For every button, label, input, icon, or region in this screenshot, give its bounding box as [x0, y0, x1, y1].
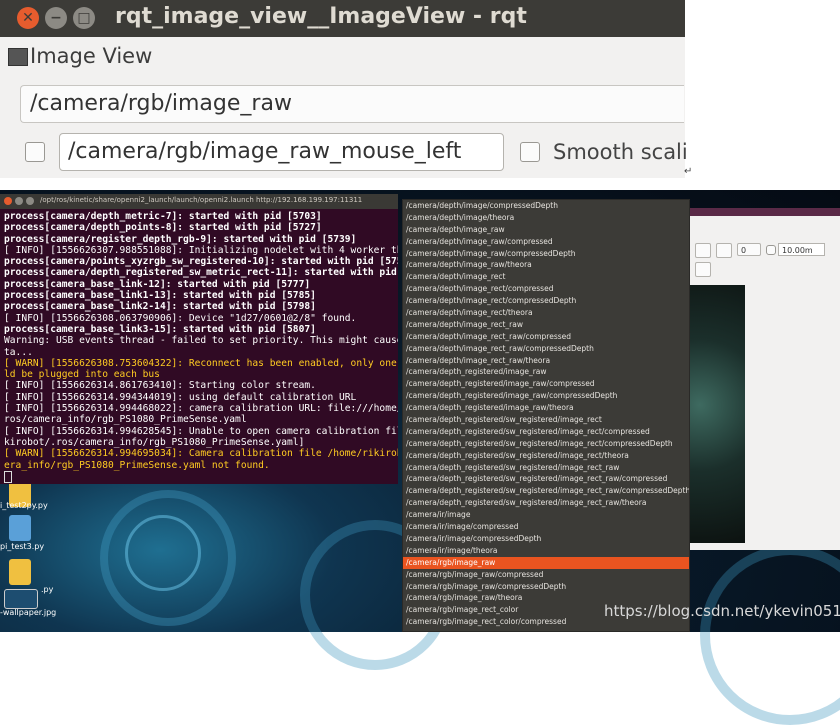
terminal-line: process[camera/depth_registered_sw_metri… — [4, 267, 397, 279]
smooth-scaling-label: Smooth scali — [553, 140, 688, 164]
close-window-button[interactable]: ✕ — [17, 7, 39, 29]
topic-option[interactable]: /camera/depth_registered/sw_registered/i… — [403, 426, 689, 438]
toolbar-button[interactable] — [716, 243, 732, 258]
topic-option[interactable]: /camera/depth/image_raw/theora — [403, 259, 689, 271]
return-arrow-icon: ↵ — [684, 166, 693, 177]
rqt-window: ✕ − □ rqt_image_view__ImageView - rqt Im… — [0, 0, 692, 178]
topic-option[interactable]: /camera/rgb/image_raw/compressedDepth — [403, 581, 689, 593]
topic-option[interactable]: /camera/depth_registered/sw_registered/i… — [403, 462, 689, 474]
topic-combobox[interactable]: /camera/rgb/image_raw — [20, 85, 684, 123]
topic-option[interactable]: /camera/ir/image/theora — [403, 545, 689, 557]
topic-option[interactable]: /camera/depth/image/theora — [403, 212, 689, 224]
rotate-button[interactable] — [695, 262, 711, 277]
terminal-line: [ INFO] [1556626307.988551088]: Initiali… — [4, 244, 398, 256]
topic-option[interactable]: /camera/depth_registered/sw_registered/i… — [403, 485, 689, 497]
topic-combobox-value: /camera/rgb/image_raw — [30, 91, 292, 116]
terminal-line: ld be plugged into each bus — [4, 369, 160, 381]
python-file-icon[interactable] — [9, 515, 31, 541]
mouse-topic-value: /camera/rgb/image_raw_mouse_left — [68, 139, 462, 164]
terminal-line: ros/camera_info/rgb_PS1080_PrimeSense.ya… — [4, 414, 247, 426]
topic-option[interactable]: /camera/depth/image_rect_raw — [403, 319, 689, 331]
topic-option[interactable]: /camera/ir/image/compressedDepth — [403, 533, 689, 545]
terminal-line: [ WARN] [1556626308.753604322]: Reconnec… — [4, 357, 397, 369]
topic-option[interactable]: /camera/depth_registered/image_raw — [403, 366, 689, 378]
terminal-line: Warning: USB events thread - failed to s… — [4, 335, 398, 347]
topic-option[interactable]: /camera/depth/image_rect — [403, 271, 689, 283]
topic-option[interactable]: /camera/rgb/image_raw/compressed — [403, 569, 689, 581]
wallpaper-ring-inner — [125, 515, 201, 591]
topic-option[interactable]: /camera/ir/image/compressed — [403, 521, 689, 533]
terminal-title: /opt/ros/kinetic/share/openni2_launch/la… — [40, 196, 363, 204]
desktop-icon-label: -wallpaper.jpg — [0, 608, 57, 617]
image-file-icon[interactable] — [4, 589, 38, 609]
plugin-title: Image View — [30, 44, 153, 68]
topic-option[interactable]: /camera/depth/image_raw/compressed — [403, 236, 689, 248]
terminal-line: [ INFO] [1556626314.994344019]: using de… — [4, 391, 357, 403]
desktop-icon-label: i_test2py.py — [0, 501, 48, 510]
terminal-output: process[camera/depth_metric-7]: started … — [4, 211, 398, 483]
window-titlebar: ✕ − □ rqt_image_view__ImageView - rqt — [0, 0, 685, 37]
terminal-line: process[camera/depth_metric-7]: started … — [4, 211, 322, 222]
terminal-line: process[camera_base_link2-14]: started w… — [4, 301, 316, 313]
topic-option[interactable]: /camera/depth_registered/sw_registered/i… — [403, 450, 689, 462]
maximize-window-button[interactable]: □ — [73, 7, 95, 29]
mouse-topic-input[interactable]: /camera/rgb/image_raw_mouse_left — [59, 133, 504, 171]
terminal-line: ta... — [4, 346, 33, 358]
terminal-line: [ INFO] [1556626308.063790906]: Device "… — [4, 312, 357, 324]
desktop-icon-label: .py — [41, 585, 54, 594]
topic-option[interactable]: /camera/rgb/image_raw — [403, 556, 689, 569]
terminal-line: process[camera/register_depth_rgb-9]: st… — [4, 233, 357, 245]
topic-option[interactable]: /camera/depth_registered/image_raw/compr… — [403, 378, 689, 390]
terminal-line: [ WARN] [1556626314.994695034]: Camera c… — [4, 448, 398, 460]
smooth-scaling-checkbox[interactable] — [520, 142, 540, 162]
topic-option[interactable]: /camera/depth/image_rect_raw/compressedD… — [403, 343, 689, 355]
publish-mouse-checkbox[interactable] — [25, 142, 45, 162]
terminal-line: [ INFO] [1556626314.861763410]: Starting… — [4, 380, 316, 392]
topic-option[interactable]: /camera/depth_registered/image_raw/compr… — [403, 390, 689, 402]
terminal-line: process[camera_base_link-12]: started wi… — [4, 278, 311, 290]
terminal-line: process[camera/points_xyzrgb_sw_register… — [4, 256, 398, 268]
terminal-line: era_info/rgb_PS1080_PrimeSense.yaml not … — [4, 459, 270, 471]
topic-option[interactable]: /camera/depth/image/compressedDepth — [403, 200, 689, 212]
minimize-window-button[interactable]: − — [45, 7, 67, 29]
plugin-icon — [8, 48, 28, 66]
topic-option[interactable]: /camera/depth/image_rect/compressedDepth — [403, 295, 689, 307]
terminal-maximize-button[interactable] — [26, 197, 34, 205]
terminal-line: kirobot/.ros/camera_info/rgb_PS1080_Prim… — [4, 436, 305, 448]
terminal-cursor — [4, 470, 398, 483]
topic-option[interactable]: /camera/depth_registered/sw_registered/i… — [403, 497, 689, 509]
refresh-button[interactable] — [695, 243, 711, 258]
terminal-close-button[interactable] — [4, 197, 12, 205]
topic-option[interactable]: /camera/ir/image — [403, 509, 689, 521]
terminal-window[interactable]: /opt/ros/kinetic/share/openni2_launch/la… — [0, 194, 398, 484]
distance-checkbox[interactable] — [766, 245, 776, 255]
terminal-line: process[camera_base_link3-15]: started w… — [4, 323, 316, 335]
zoom-spinbox[interactable]: 0 — [737, 243, 761, 256]
topic-option[interactable]: /camera/depth/image_raw/compressedDepth — [403, 248, 689, 260]
topic-option[interactable]: /camera/depth/image_rect/compressed — [403, 283, 689, 295]
wallpaper-ring-3 — [700, 545, 840, 725]
desktop-icon-label: pi_test3.py — [0, 542, 45, 551]
topic-option[interactable]: /camera/depth_registered/sw_registered/i… — [403, 473, 689, 485]
terminal-line: process[camera/depth_points-8]: started … — [4, 222, 322, 234]
topic-option[interactable]: /camera/depth/image_rect_raw/theora — [403, 355, 689, 367]
topic-option[interactable]: /camera/depth_registered/image_raw/theor… — [403, 402, 689, 414]
watermark: https://blog.csdn.net/ykevin0510 — [604, 602, 840, 620]
topic-option[interactable]: /camera/depth/image_rect_raw/compressed — [403, 331, 689, 343]
terminal-minimize-button[interactable] — [15, 197, 23, 205]
distance-input[interactable]: 10.00m — [778, 243, 825, 256]
topic-option[interactable]: /camera/depth/image_raw — [403, 224, 689, 236]
topic-option[interactable]: /camera/depth_registered/sw_registered/i… — [403, 438, 689, 450]
terminal-titlebar: /opt/ros/kinetic/share/openni2_launch/la… — [0, 194, 398, 209]
terminal-line: process[camera_base_link1-13]: started w… — [4, 290, 316, 302]
camera-image[interactable] — [690, 285, 745, 543]
topic-option[interactable]: /camera/depth_registered/sw_registered/i… — [403, 414, 689, 426]
image-view-titlebar — [690, 208, 840, 216]
window-title: rqt_image_view__ImageView - rqt — [115, 4, 527, 29]
topic-dropdown-list[interactable]: /camera/depth/image/compressedDepth/came… — [402, 199, 690, 632]
terminal-line: [ INFO] [1556626314.994628545]: Unable t… — [4, 425, 398, 437]
python-file-icon[interactable] — [9, 559, 31, 585]
topic-option[interactable]: /camera/depth/image_rect/theora — [403, 307, 689, 319]
terminal-line: [ INFO] [1556626314.994468022]: camera c… — [4, 403, 398, 415]
